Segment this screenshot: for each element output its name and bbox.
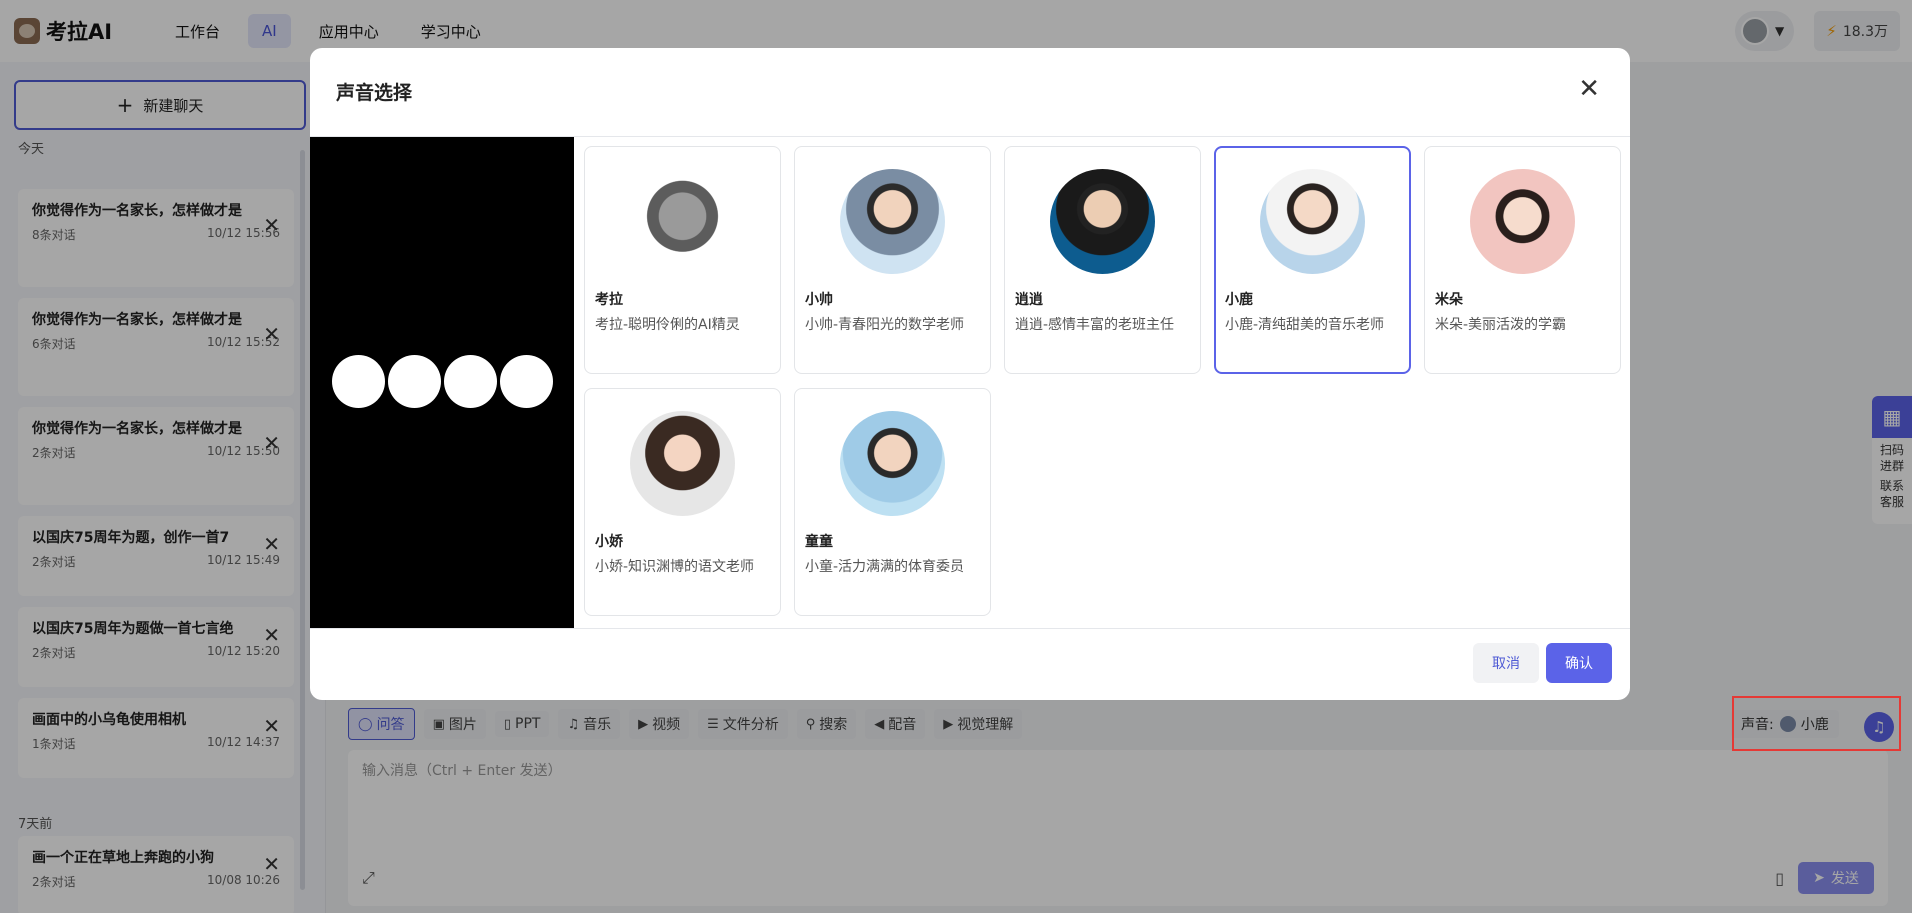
highlight-box [1732, 696, 1901, 751]
voice-desc: 小童-活力满满的体育委员 [805, 559, 965, 575]
koala-avatar [630, 169, 735, 274]
voice-desc: 小帅-青春阳光的数学老师 [805, 317, 965, 333]
avatar [1260, 169, 1365, 274]
modal-title: 声音选择 [336, 82, 413, 104]
voice-card-xiaoshuai[interactable]: 小帅 小帅-青春阳光的数学老师 [794, 146, 991, 374]
avatar [840, 169, 945, 274]
voice-desc: 米朵-美丽活泼的学霸 [1435, 317, 1567, 333]
voice-preview-panel [310, 137, 574, 628]
voice-desc: 小鹿-清纯甜美的音乐老师 [1225, 317, 1385, 333]
voice-name: 童童 [805, 534, 833, 550]
voice-card-miduo[interactable]: 米朵 米朵-美丽活泼的学霸 [1424, 146, 1621, 374]
voice-card-xiaoxiao[interactable]: 逍逍 逍逍-感情丰富的老班主任 [1004, 146, 1201, 374]
voice-card-tongtong[interactable]: 童童 小童-活力满满的体育委员 [794, 388, 991, 616]
voice-desc: 小娇-知识渊博的语文老师 [595, 559, 755, 575]
cancel-button[interactable]: 取消 [1473, 643, 1539, 683]
audio-dot [500, 355, 553, 408]
close-icon[interactable]: ✕ [1578, 74, 1600, 104]
voice-name: 米朵 [1435, 292, 1463, 308]
voice-card-xiaolu[interactable]: 小鹿 小鹿-清纯甜美的音乐老师 [1214, 146, 1411, 374]
voice-name: 小帅 [805, 292, 833, 308]
avatar [1470, 169, 1575, 274]
audio-dot [444, 355, 497, 408]
voice-name: 考拉 [595, 292, 623, 308]
audio-dot [332, 355, 385, 408]
confirm-button[interactable]: 确认 [1546, 643, 1612, 683]
voice-desc: 考拉-聪明伶俐的AI精灵 [595, 317, 740, 333]
avatar [630, 411, 735, 516]
avatar [1050, 169, 1155, 274]
voice-name: 小娇 [595, 534, 623, 550]
voice-select-modal: 声音选择 ✕ 考拉 考拉-聪明伶俐的AI精灵 小帅 小帅-青春阳光的数学老师 逍… [310, 48, 1630, 700]
divider [310, 628, 1630, 629]
voice-desc: 逍逍-感情丰富的老班主任 [1015, 317, 1175, 333]
voice-card-xiaojiao[interactable]: 小娇 小娇-知识渊博的语文老师 [584, 388, 781, 616]
voice-name: 小鹿 [1225, 292, 1253, 308]
voice-name: 逍逍 [1015, 292, 1043, 308]
avatar [840, 411, 945, 516]
voice-card-kaola[interactable]: 考拉 考拉-聪明伶俐的AI精灵 [584, 146, 781, 374]
audio-dot [388, 355, 441, 408]
